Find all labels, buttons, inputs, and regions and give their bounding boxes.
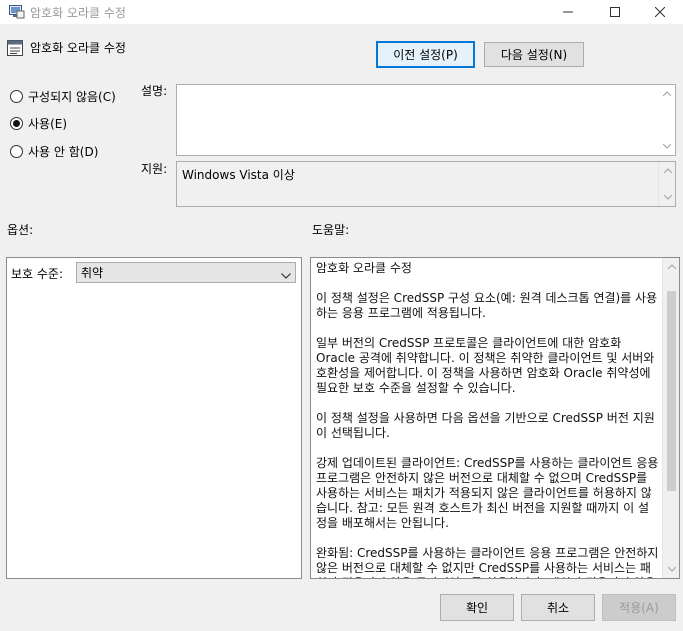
- help-panel: 암호화 오라클 수정 이 정책 설정은 CredSSP 구성 요소(예: 원격 …: [310, 257, 680, 579]
- radio-enabled-label: 사용(E): [28, 117, 68, 131]
- supported-on-label: 지원:: [141, 162, 168, 176]
- window-title: 암호화 오라클 수정: [30, 6, 126, 20]
- help-paragraph: 강제 업데이트된 클라이언트: CredSSP를 사용하는 클라이언트 응용 프…: [316, 456, 659, 530]
- minimize-icon: [563, 11, 573, 13]
- help-scrollbar[interactable]: [662, 258, 679, 578]
- supported-on-field: Windows Vista 이상: [176, 161, 676, 207]
- radio-not-configured-indicator[interactable]: [10, 90, 23, 103]
- radio-not-configured-label: 구성되지 않음(C): [28, 90, 116, 104]
- help-paragraph: 암호화 오라클 수정: [316, 261, 412, 275]
- help-paragraph: 완화됨: CredSSP를 사용하는 클라이언트 응용 프로그램은 안전하지 않…: [316, 546, 659, 578]
- options-section-label: 옵션:: [7, 223, 34, 237]
- protection-level-value: 취약: [81, 266, 104, 280]
- supported-on-value: Windows Vista 이상: [182, 168, 295, 182]
- help-section-label: 도움말:: [312, 223, 350, 237]
- cancel-button[interactable]: 취소: [521, 594, 595, 621]
- radio-not-configured[interactable]: 구성되지 않음(C): [10, 88, 116, 105]
- ok-button[interactable]: 확인: [440, 594, 514, 621]
- radio-enabled[interactable]: 사용(E): [10, 115, 67, 132]
- close-icon: [655, 7, 665, 17]
- minimize-button[interactable]: [545, 0, 591, 24]
- scroll-down-icon[interactable]: [659, 189, 676, 206]
- scroll-down-icon[interactable]: [658, 138, 675, 155]
- supported-scrollbar[interactable]: [658, 162, 675, 206]
- radio-disabled-label: 사용 안 함(D): [28, 145, 99, 159]
- help-scroll-thumb[interactable]: [667, 291, 676, 491]
- policy-editor-icon: [9, 5, 25, 19]
- close-button[interactable]: [637, 0, 683, 24]
- scroll-down-icon[interactable]: [663, 561, 679, 578]
- policy-setting-icon: [7, 40, 23, 56]
- scroll-up-icon[interactable]: [663, 258, 679, 275]
- comment-label: 설명:: [141, 84, 168, 98]
- previous-setting-button[interactable]: 이전 설정(P): [376, 41, 475, 68]
- help-paragraph: 일부 버전의 CredSSP 프로토콜은 클라이언트에 대한 암호화 Oracl…: [316, 336, 655, 395]
- maximize-icon: [610, 7, 620, 17]
- options-panel: 보호 수준: 취약: [6, 257, 302, 579]
- protection-level-dropdown[interactable]: 취약: [76, 262, 296, 283]
- comment-textarea[interactable]: [176, 84, 676, 156]
- maximize-button[interactable]: [592, 0, 638, 24]
- title-bar: 암호화 오라클 수정: [0, 0, 683, 24]
- comment-scrollbar[interactable]: [658, 85, 675, 155]
- protection-level-label: 보호 수준:: [11, 267, 64, 281]
- scroll-up-icon[interactable]: [659, 162, 676, 179]
- help-paragraph: 이 정책 설정을 사용하면 다음 옵션을 기반으로 CredSSP 버전 지원이…: [316, 411, 655, 440]
- policy-name: 암호화 오라클 수정: [30, 41, 126, 55]
- scroll-up-icon[interactable]: [658, 85, 675, 102]
- help-text: 암호화 오라클 수정 이 정책 설정은 CredSSP 구성 요소(예: 원격 …: [316, 261, 659, 578]
- radio-disabled-indicator[interactable]: [10, 145, 23, 158]
- apply-button[interactable]: 적용(A): [602, 594, 676, 621]
- help-paragraph: 이 정책 설정은 CredSSP 구성 요소(예: 원격 데스크톱 연결)를 사…: [316, 291, 658, 320]
- radio-disabled[interactable]: 사용 안 함(D): [10, 143, 98, 160]
- chevron-down-icon: [281, 268, 291, 282]
- radio-enabled-indicator[interactable]: [10, 117, 23, 130]
- next-setting-button[interactable]: 다음 설정(N): [484, 42, 584, 67]
